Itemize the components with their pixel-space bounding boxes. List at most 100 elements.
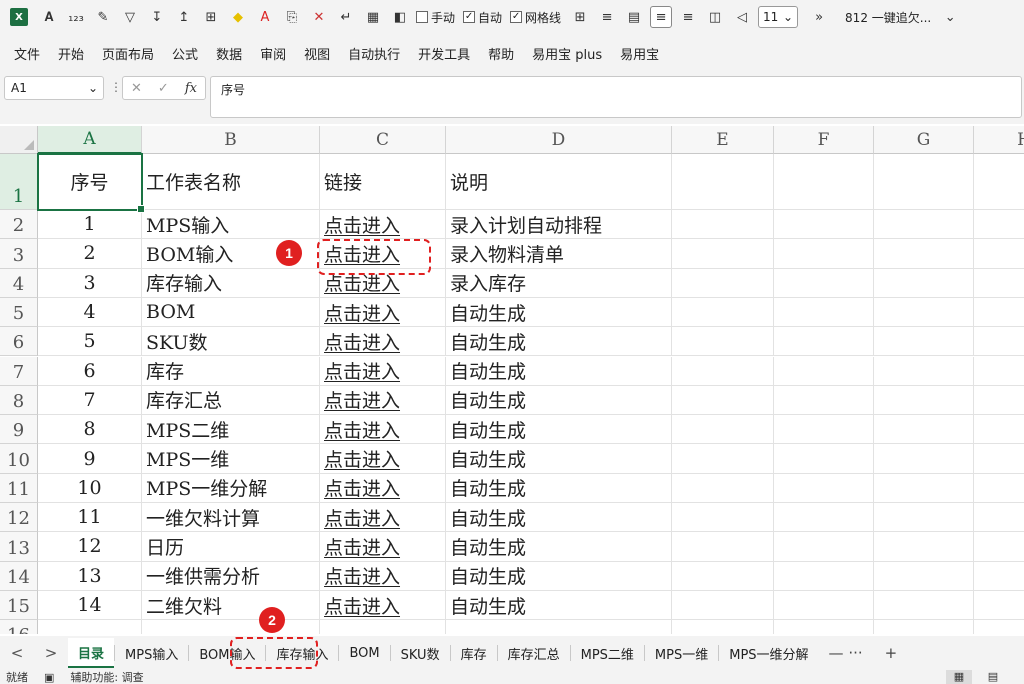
- table-cell[interactable]: [774, 154, 874, 210]
- table-cell[interactable]: [974, 269, 1024, 298]
- gridlines-checkbox[interactable]: ✓ 网格线: [510, 9, 561, 26]
- text-format-icon[interactable]: 𝐀: [38, 6, 60, 28]
- table-cell[interactable]: [974, 386, 1024, 416]
- table-cell[interactable]: [974, 357, 1024, 386]
- table-cell[interactable]: [774, 620, 874, 634]
- table-cell-index[interactable]: 10: [38, 473, 142, 503]
- table-cell[interactable]: [974, 298, 1024, 328]
- table-cell[interactable]: [774, 561, 874, 591]
- menu-automate[interactable]: 自动执行: [348, 44, 400, 63]
- table-cell-description[interactable]: 自动生成: [446, 327, 672, 357]
- normal-view-icon[interactable]: ▦: [946, 670, 972, 684]
- tab-mps-1d-breakdown[interactable]: MPS一维分解: [719, 638, 818, 668]
- table-cell-index[interactable]: 14: [38, 590, 142, 621]
- table-cell[interactable]: [774, 444, 874, 474]
- table-cell[interactable]: [974, 327, 1024, 357]
- align-right-icon[interactable]: ≡: [677, 6, 699, 28]
- tab-bom[interactable]: BOM: [339, 638, 389, 668]
- table-cell-description[interactable]: 自动生成: [446, 503, 672, 533]
- table-cell[interactable]: [974, 239, 1024, 269]
- more-tabs-button[interactable]: — ···: [829, 644, 863, 662]
- file-name-dropdown-icon[interactable]: ⌄: [939, 6, 961, 28]
- table-cell-index[interactable]: 5: [38, 327, 142, 357]
- table-cell[interactable]: [974, 620, 1024, 634]
- tab-bom-input[interactable]: BOM输入: [189, 638, 265, 668]
- table-cell-index[interactable]: 1: [38, 210, 142, 240]
- table-cell[interactable]: [672, 239, 774, 269]
- table-cell[interactable]: [672, 532, 774, 562]
- tab-mps-1d[interactable]: MPS一维: [645, 638, 718, 668]
- table-cell-index[interactable]: 3: [38, 268, 142, 298]
- table-cell-sheet-name[interactable]: 一维供需分析: [142, 561, 320, 591]
- table-cell[interactable]: [974, 474, 1024, 503]
- filter-icon[interactable]: ▽: [119, 6, 141, 28]
- table-cell-description[interactable]: 自动生成: [446, 561, 672, 591]
- table-cell[interactable]: [974, 503, 1024, 533]
- row-header[interactable]: 13: [0, 532, 38, 562]
- table-cell[interactable]: [672, 590, 774, 621]
- table-cell[interactable]: [774, 327, 874, 357]
- table-cell-description[interactable]: 自动生成: [446, 385, 672, 416]
- table-cell[interactable]: [774, 532, 874, 562]
- hyperlink-cell[interactable]: 点击进入: [320, 239, 446, 269]
- table-cell-description[interactable]: 自动生成: [446, 297, 672, 328]
- table-cell-description[interactable]: 自动生成: [446, 532, 672, 562]
- table-cell[interactable]: [874, 210, 974, 240]
- hyperlink-cell[interactable]: 点击进入: [320, 590, 446, 621]
- table-cell[interactable]: [874, 356, 974, 386]
- insert-function-icon[interactable]: fx: [185, 81, 197, 96]
- table-cell-sheet-name[interactable]: 库存: [142, 356, 320, 386]
- menu-view[interactable]: 视图: [304, 44, 330, 63]
- manual-calc-checkbox[interactable]: 手动: [416, 9, 455, 26]
- menu-file[interactable]: 文件: [14, 44, 40, 63]
- formula-bar-grip-icon[interactable]: ⋮: [110, 80, 122, 94]
- header-cell-link[interactable]: 链接: [320, 154, 446, 210]
- table-cell[interactable]: [874, 327, 974, 357]
- hyperlink-cell[interactable]: 点击进入: [320, 268, 446, 298]
- hyperlink-cell[interactable]: 点击进入: [320, 532, 446, 562]
- table-cell[interactable]: [774, 503, 874, 533]
- table-cell-index[interactable]: 11: [38, 503, 142, 533]
- table-cell[interactable]: [672, 356, 774, 386]
- table-cell[interactable]: [672, 268, 774, 298]
- table-cell-index[interactable]: 4: [38, 297, 142, 328]
- table-cell[interactable]: [142, 620, 320, 634]
- table-cell-sheet-name[interactable]: MPS一维: [142, 444, 320, 474]
- font-color-icon[interactable]: A: [254, 6, 276, 28]
- tab-contents[interactable]: 目录: [68, 638, 115, 668]
- header-cell-index[interactable]: 序号: [38, 154, 142, 210]
- table-cell[interactable]: [874, 239, 974, 269]
- row-header[interactable]: 15: [0, 590, 38, 621]
- table-cell[interactable]: [672, 210, 774, 240]
- table-cell[interactable]: [874, 473, 974, 503]
- table-cell[interactable]: [446, 620, 672, 634]
- row-header[interactable]: 2: [0, 210, 38, 240]
- row-header[interactable]: 12: [0, 503, 38, 533]
- fill-color-icon[interactable]: ◆: [227, 6, 249, 28]
- hyperlink-cell[interactable]: 点击进入: [320, 385, 446, 416]
- row-header[interactable]: 7: [0, 356, 38, 386]
- auto-calc-checkbox[interactable]: ✓ 自动: [463, 9, 502, 26]
- add-sheet-button[interactable]: +: [885, 644, 898, 662]
- table-cell[interactable]: [874, 532, 974, 562]
- cancel-icon[interactable]: ✕: [131, 81, 142, 96]
- font-size-select[interactable]: 11 ⌄: [758, 6, 799, 28]
- clear-format-icon[interactable]: ✕: [308, 6, 330, 28]
- table-icon[interactable]: ▦: [362, 6, 384, 28]
- table-cell-sheet-name[interactable]: 库存输入: [142, 268, 320, 298]
- table-cell[interactable]: [874, 503, 974, 533]
- table-cell[interactable]: [774, 297, 874, 328]
- table-cell-sheet-name[interactable]: 日历: [142, 532, 320, 562]
- accessibility-status[interactable]: 辅助功能: 调查: [70, 669, 143, 684]
- table-cell[interactable]: [774, 415, 874, 445]
- column-header-col-c[interactable]: C: [320, 126, 446, 154]
- sort-descending-icon[interactable]: ↥: [173, 6, 195, 28]
- table-cell[interactable]: [874, 620, 974, 634]
- table-cell-index[interactable]: 13: [38, 561, 142, 591]
- table-cell[interactable]: [672, 444, 774, 474]
- menu-developer[interactable]: 开发工具: [418, 44, 470, 63]
- tab-mps-2d[interactable]: MPS二维: [571, 638, 644, 668]
- hyperlink-cell[interactable]: 点击进入: [320, 473, 446, 503]
- merge-icon[interactable]: ⊞: [200, 6, 222, 28]
- name-box[interactable]: A1 ⌄: [4, 76, 104, 100]
